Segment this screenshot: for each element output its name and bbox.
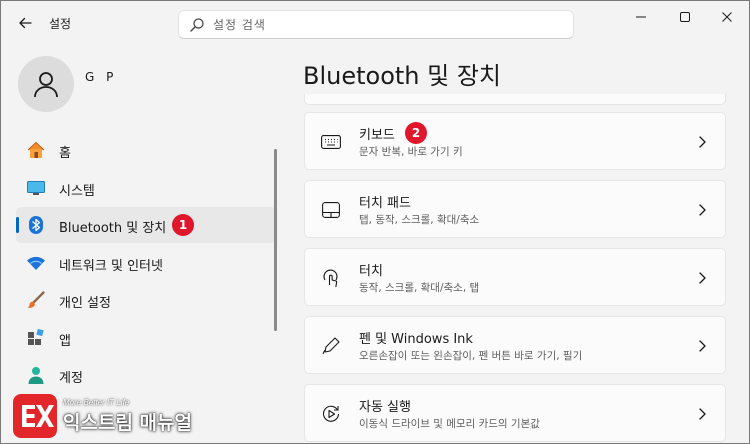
step-badge: 2 [405,122,427,144]
bluetooth-icon [26,215,46,235]
maximize-button[interactable] [665,5,705,29]
sidebar-item-bluetooth[interactable]: Bluetooth 및 장치 1 [16,207,276,243]
close-icon [722,12,732,22]
sidebar-item-label: 앱 [59,333,71,349]
search-input[interactable] [213,15,563,35]
arrow-left-icon [19,17,32,29]
account-icon [26,365,46,385]
sidebar-item-network[interactable]: 네트워크 및 인터넷 [16,245,276,281]
paintbrush-icon [26,290,46,310]
wifi-icon [26,253,46,273]
sidebar-item-label: Bluetooth 및 장치 [59,221,167,236]
chevron-right-icon [699,272,706,284]
sidebar-item-label: 개인 설정 [59,296,111,311]
pen-icon [320,335,342,357]
minimize-button[interactable] [621,5,661,29]
setting-row-pen[interactable]: 펜 및 Windows Ink 오른손잡이 또는 왼손잡이, 펜 버튼 바로 가… [304,316,726,374]
row-title: 키보드 [359,128,395,143]
row-subtitle: 오른손잡이 또는 왼손잡이, 펜 버튼 바로 가기, 필기 [359,350,583,362]
maximize-icon [680,12,690,22]
touchpad-icon [320,199,342,221]
watermark-tagline: More Better IT Life [63,398,130,407]
back-button[interactable] [13,11,37,35]
chevron-right-icon [699,204,706,216]
sidebar-item-system[interactable]: 시스템 [16,170,276,206]
row-title: 펜 및 Windows Ink [359,332,473,347]
close-button[interactable] [707,5,747,29]
previous-card-bottom [304,94,726,105]
watermark-logo [13,394,57,438]
profile-name: G P [85,70,118,84]
settings-window: 설정 G P 홈 시스템 [0,0,750,444]
sidebar-nav: 홈 시스템 Bluetooth 및 장치 1 네트워크 및 인터넷 개인 설정 … [16,132,276,395]
apps-icon [26,328,46,348]
setting-row-autoplay[interactable]: 자동 실행 이동식 드라이브 및 메모리 카드의 기본값 [304,384,726,442]
row-title: 터치 패드 [359,196,411,211]
row-subtitle: 동작, 스크롤, 확대/축소, 탭 [359,282,480,294]
chevron-right-icon [699,340,706,352]
autoplay-icon [320,403,342,425]
sidebar-item-label: 네트워크 및 인터넷 [59,258,163,274]
minimize-icon [636,16,646,18]
search-box[interactable] [178,10,574,39]
sidebar-scrollbar[interactable] [274,149,277,331]
user-icon [34,72,58,98]
system-monitor-icon [26,178,46,198]
sidebar-item-label: 시스템 [59,183,95,199]
sidebar-item-home[interactable]: 홈 [16,132,276,168]
row-subtitle: 문자 반복, 바로 가기 키 [359,146,463,158]
home-icon [26,140,46,160]
row-subtitle: 이동식 드라이브 및 메모리 카드의 기본값 [359,418,540,430]
page-title: Bluetooth 및 장치 [303,62,502,90]
chevron-right-icon [699,408,706,420]
title-bar: 설정 [1,1,750,45]
active-indicator [16,217,19,233]
row-title: 자동 실행 [359,400,411,415]
setting-row-touch[interactable]: 터치 동작, 스크롤, 확대/축소, 탭 [304,248,726,306]
sidebar-item-apps[interactable]: 앱 [16,320,276,356]
app-title: 설정 [49,17,72,31]
sidebar-item-accounts[interactable]: 계정 [16,357,276,393]
keyboard-icon [320,131,342,153]
setting-row-keyboard[interactable]: 키보드 2 문자 반복, 바로 가기 키 [304,112,726,170]
row-title: 터치 [359,264,383,279]
avatar[interactable] [18,56,74,112]
row-subtitle: 탭, 동작, 스크롤, 확대/축소 [359,214,480,226]
step-badge: 1 [172,214,194,236]
watermark: More Better IT Life 익스트림 매뉴얼 [9,390,209,442]
sidebar-item-personalization[interactable]: 개인 설정 [16,282,276,318]
search-icon [190,18,204,32]
sidebar-item-label: 계정 [59,371,83,386]
sidebar-item-label: 홈 [59,146,71,161]
watermark-name: 익스트림 매뉴얼 [63,412,192,434]
setting-row-touchpad[interactable]: 터치 패드 탭, 동작, 스크롤, 확대/축소 [304,180,726,238]
touch-icon [320,267,342,289]
chevron-right-icon [699,136,706,148]
